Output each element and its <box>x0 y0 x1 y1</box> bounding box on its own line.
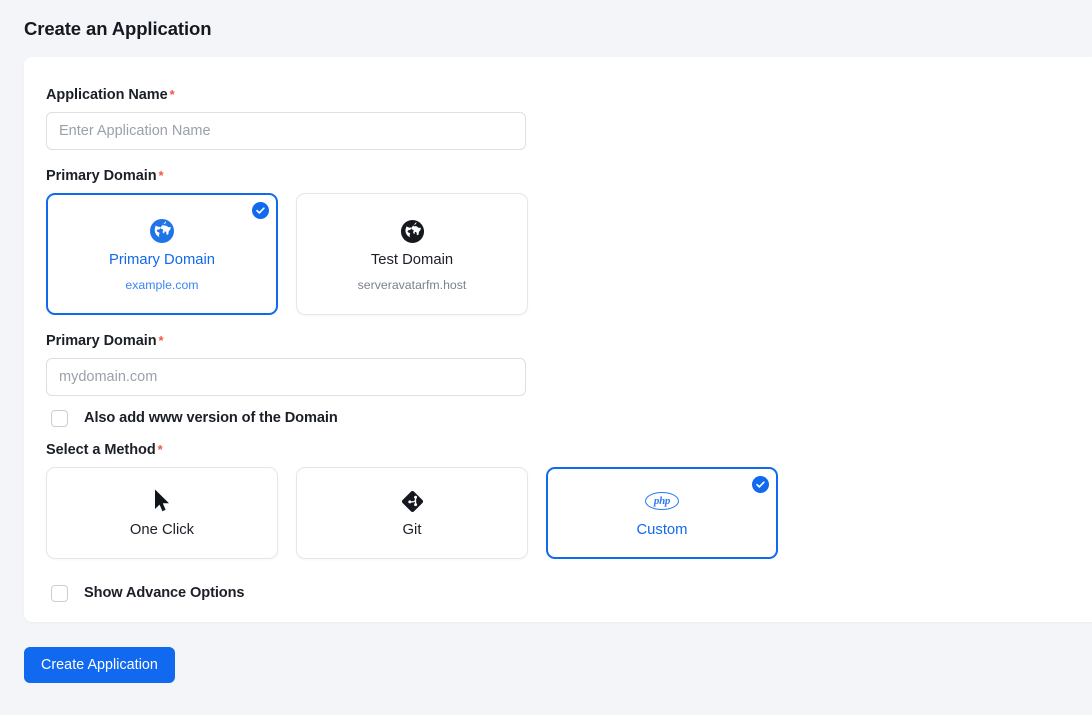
primary-domain-input[interactable] <box>46 358 526 396</box>
primary-domain-label-text: Primary Domain <box>46 333 157 349</box>
method-option-title: One Click <box>129 522 195 539</box>
www-checkbox-row[interactable]: Also add www version of the Domain <box>46 408 1092 428</box>
page-header: Create an Application <box>0 0 1092 57</box>
domain-option-title: Primary Domain <box>108 252 216 269</box>
required-asterisk: * <box>169 87 175 102</box>
globe-icon <box>149 216 175 246</box>
check-badge-icon <box>752 476 769 493</box>
required-asterisk: * <box>158 333 164 348</box>
method-option-git[interactable]: Git <box>296 467 528 559</box>
page-title: Create an Application <box>24 17 212 39</box>
domain-type-label-text: Primary Domain <box>46 168 157 184</box>
method-option-title: Custom <box>636 522 688 539</box>
domain-option-subtitle: serveravatarfm.host <box>357 277 467 292</box>
method-option-custom[interactable]: php Custom <box>546 467 778 559</box>
advance-options-checkbox[interactable] <box>51 584 68 602</box>
globe-icon <box>400 216 425 246</box>
primary-domain-label: Primary Domain * <box>46 333 1092 349</box>
advance-options-checkbox-row[interactable]: Show Advance Options <box>46 583 1092 603</box>
domain-option-subtitle: example.com <box>125 277 199 292</box>
domain-type-card-row: Primary Domain example.com Test Domain s… <box>46 193 1092 315</box>
cursor-icon <box>152 486 173 516</box>
domain-type-label: Primary Domain * <box>46 168 1092 184</box>
method-card-row: One Click Git php Custom <box>46 467 1092 559</box>
domain-option-title: Test Domain <box>370 252 454 269</box>
footer: Create Application <box>0 622 1092 683</box>
application-name-label-text: Application Name <box>46 87 168 103</box>
application-name-input[interactable] <box>46 112 526 150</box>
www-checkbox[interactable] <box>51 409 68 427</box>
required-asterisk: * <box>158 168 164 183</box>
select-method-label: Select a Method * <box>46 442 1092 458</box>
method-option-one-click[interactable]: One Click <box>46 467 278 559</box>
method-option-title: Git <box>402 522 422 539</box>
git-icon <box>400 486 425 516</box>
application-name-label: Application Name * <box>46 87 1092 103</box>
select-method-label-text: Select a Method <box>46 442 156 458</box>
domain-option-test-domain[interactable]: Test Domain serveravatarfm.host <box>296 193 528 315</box>
required-asterisk: * <box>157 442 163 457</box>
create-application-button[interactable]: Create Application <box>24 647 175 683</box>
check-badge-icon <box>252 202 269 219</box>
create-application-panel: Application Name* Primary Domain* Prim <box>24 57 1092 622</box>
php-icon: php <box>645 486 679 516</box>
advance-options-checkbox-label: Show Advance Options <box>84 585 245 601</box>
www-checkbox-label: Also add www version of the Domain <box>84 410 338 426</box>
domain-option-primary-domain[interactable]: Primary Domain example.com <box>46 193 278 315</box>
